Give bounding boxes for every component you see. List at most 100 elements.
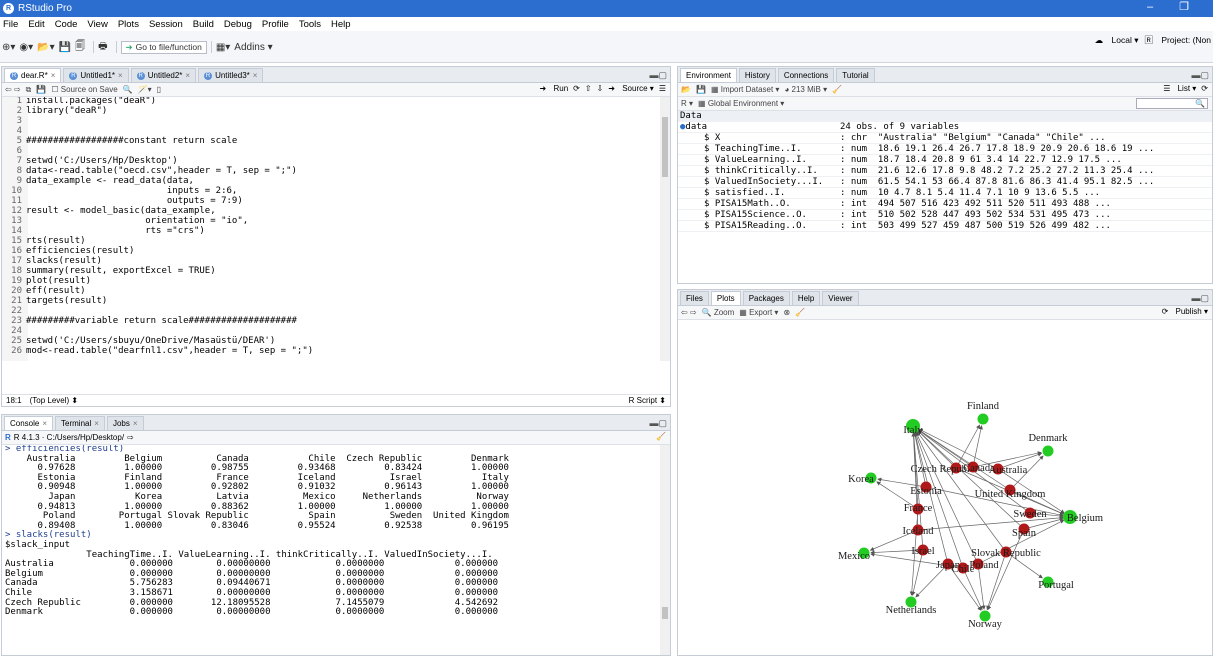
tab-terminal[interactable]: Terminal × bbox=[55, 416, 105, 430]
maximize-icon[interactable]: ❐ bbox=[1169, 0, 1199, 17]
export-button[interactable]: ▦ Export ▾ bbox=[739, 308, 778, 317]
code-tools-icon[interactable]: 🪄▾ bbox=[138, 85, 152, 94]
grid-icon[interactable]: ▦▾ bbox=[216, 42, 230, 53]
tab-untitled1[interactable]: R Untitled1* × bbox=[63, 68, 129, 82]
rerun-icon[interactable]: ⟳ bbox=[573, 84, 580, 93]
minimize-icon[interactable]: – bbox=[1135, 0, 1165, 17]
tab-jobs[interactable]: Jobs × bbox=[106, 416, 144, 430]
down-icon[interactable]: ⇩ bbox=[597, 84, 604, 93]
close-icon[interactable]: × bbox=[133, 419, 138, 428]
language-select[interactable]: R ▾ bbox=[681, 99, 693, 108]
files-minmax-icon[interactable]: ▬▢ bbox=[1191, 293, 1209, 304]
addins-button[interactable]: Addins ▾ bbox=[234, 42, 272, 53]
close-icon[interactable]: × bbox=[42, 419, 47, 428]
goto-file-input[interactable]: ➜ Go to file/function bbox=[120, 40, 207, 54]
new-file-icon[interactable]: ⊕▾ bbox=[2, 42, 15, 53]
editor-toolbar: ⇦ ⇨ ⧉ 💾 ☐ Source on Save 🔍 🪄▾ ▯ ➜ Run ⟳ … bbox=[2, 83, 670, 97]
source-button[interactable]: ➜ Source ▾ bbox=[608, 84, 654, 93]
back-icon[interactable]: ⇦ ⇨ bbox=[5, 85, 21, 94]
source-on-save-checkbox[interactable]: ☐ Source on Save bbox=[51, 85, 117, 94]
menu-plots[interactable]: Plots bbox=[118, 19, 139, 30]
close-icon[interactable]: × bbox=[94, 419, 99, 428]
close-icon[interactable]: × bbox=[118, 71, 123, 80]
save-icon[interactable]: 💾 bbox=[59, 42, 71, 53]
tab-environment[interactable]: Environment bbox=[680, 68, 737, 82]
zoom-button[interactable]: 🔍 Zoom bbox=[702, 308, 735, 317]
menu-view[interactable]: View bbox=[87, 19, 107, 30]
refresh-icon[interactable]: ⟳ bbox=[1201, 84, 1208, 93]
menu-edit[interactable]: Edit bbox=[28, 19, 44, 30]
menu-tools[interactable]: Tools bbox=[299, 19, 321, 30]
remove-plot-icon[interactable]: ⊗ bbox=[783, 308, 790, 317]
menu-code[interactable]: Code bbox=[55, 19, 78, 30]
console-output[interactable]: > efficiencies(result) Australia Belgium… bbox=[2, 445, 660, 655]
prev-plot-icon[interactable]: ⇦ ⇨ bbox=[681, 308, 697, 317]
close-icon[interactable]: × bbox=[185, 71, 190, 80]
code-text: ##################constant return scale bbox=[26, 136, 238, 146]
env-object-row[interactable]: ●data 24 obs. of 9 variables bbox=[678, 122, 1212, 133]
tab-dear-r[interactable]: Rdear.R* × bbox=[4, 68, 62, 82]
load-workspace-icon[interactable]: 📂 bbox=[681, 85, 691, 94]
import-dataset-button[interactable]: ▦ Import Dataset ▾ bbox=[711, 85, 780, 94]
memory-usage[interactable]: ◕ 213 MiB ▾ bbox=[784, 85, 827, 94]
file-type-indicator[interactable]: R Script ⬍ bbox=[625, 396, 666, 405]
local-button[interactable]: ☁ Local ▾ bbox=[1095, 35, 1139, 46]
tab-connections[interactable]: Connections bbox=[777, 68, 835, 82]
run-button[interactable]: ➜ Run bbox=[540, 84, 569, 93]
save-workspace-icon[interactable]: 💾 bbox=[696, 85, 706, 94]
close-icon[interactable]: × bbox=[51, 71, 56, 80]
scope-select[interactable]: ▦ Global Environment ▾ bbox=[698, 99, 784, 108]
env-minmax-icon[interactable]: ▬▢ bbox=[1191, 70, 1209, 81]
code-text: plot(result) bbox=[26, 276, 92, 286]
list-view-button[interactable]: ☰ List ▾ bbox=[1163, 84, 1196, 93]
print-icon[interactable]: 🖶 bbox=[98, 39, 107, 56]
save-all-icon[interactable]: 🗐 bbox=[75, 39, 85, 56]
line-number: 4 bbox=[16, 126, 22, 136]
tab-console[interactable]: Console × bbox=[4, 416, 54, 430]
notebook-icon[interactable]: ▯ bbox=[157, 85, 161, 94]
new-project-icon[interactable]: ◉▾ bbox=[19, 42, 33, 53]
code-text: orientation = "io", bbox=[26, 216, 249, 226]
show-in-window-icon[interactable]: ⧉ bbox=[26, 85, 32, 95]
find-icon[interactable]: 🔍 bbox=[123, 85, 133, 94]
tab-untitled2[interactable]: R Untitled2* × bbox=[130, 68, 197, 82]
scope-indicator[interactable]: (Top Level) ⬍ bbox=[26, 396, 79, 405]
tab-viewer[interactable]: Viewer bbox=[822, 291, 859, 305]
up-icon[interactable]: ⇧ bbox=[585, 84, 592, 93]
tab-untitled3[interactable]: R Untitled3* × bbox=[198, 68, 264, 82]
tab-history[interactable]: History bbox=[738, 68, 776, 82]
menu-file[interactable]: File bbox=[3, 19, 18, 30]
clear-plots-icon[interactable]: 🧹 bbox=[795, 308, 805, 317]
close-icon[interactable]: × bbox=[253, 71, 258, 80]
console-minmax-icon[interactable]: ▬▢ bbox=[649, 418, 667, 429]
editor-save-icon[interactable]: 💾 bbox=[36, 85, 46, 94]
project-button[interactable]: 🅁 Project: (Non bbox=[1145, 34, 1211, 46]
menu-help[interactable]: Help bbox=[331, 19, 351, 30]
publish-button[interactable]: ⟳ Publish ▾ bbox=[1162, 307, 1208, 316]
tab-plots[interactable]: Plots bbox=[710, 291, 741, 305]
tab-label: Environment bbox=[686, 71, 731, 80]
menu-debug[interactable]: Debug bbox=[224, 19, 252, 30]
pane-minmax-icon[interactable]: ▬▢ bbox=[649, 70, 667, 81]
menu-build[interactable]: Build bbox=[193, 19, 214, 30]
env-search-input[interactable]: 🔍 bbox=[1136, 98, 1208, 109]
code-text: install.packages("deaR") bbox=[26, 97, 157, 106]
tab-label: Files bbox=[686, 294, 703, 303]
goto-dir-icon[interactable]: ⇨ bbox=[127, 433, 134, 442]
menu-profile[interactable]: Profile bbox=[262, 19, 289, 30]
clear-env-icon[interactable]: 🧹 bbox=[832, 85, 842, 94]
console-scrollbar[interactable] bbox=[660, 445, 670, 655]
menu-session[interactable]: Session bbox=[149, 19, 183, 30]
code-text: setwd('C:/Users/sbuyu/OneDrive/Masaüstü/… bbox=[26, 336, 276, 346]
env-toolbar: 📂 💾 ▦ Import Dataset ▾ ◕ 213 MiB ▾ 🧹 ☰ L… bbox=[678, 83, 1212, 97]
open-file-icon[interactable]: 📂▾ bbox=[37, 42, 54, 53]
tab-packages[interactable]: Packages bbox=[742, 291, 790, 305]
tab-tutorial[interactable]: Tutorial bbox=[836, 68, 875, 82]
tab-help[interactable]: Help bbox=[791, 291, 821, 305]
network-edge bbox=[917, 430, 1025, 530]
outline-icon[interactable]: ☰ bbox=[659, 84, 666, 93]
editor-scrollbar[interactable] bbox=[660, 97, 670, 361]
tab-files[interactable]: Files bbox=[680, 291, 709, 305]
code-editor[interactable]: 1 install.packages("deaR") 2 library("deaR"… bbox=[2, 97, 660, 361]
clear-console-icon[interactable]: 🧹 bbox=[656, 432, 666, 441]
